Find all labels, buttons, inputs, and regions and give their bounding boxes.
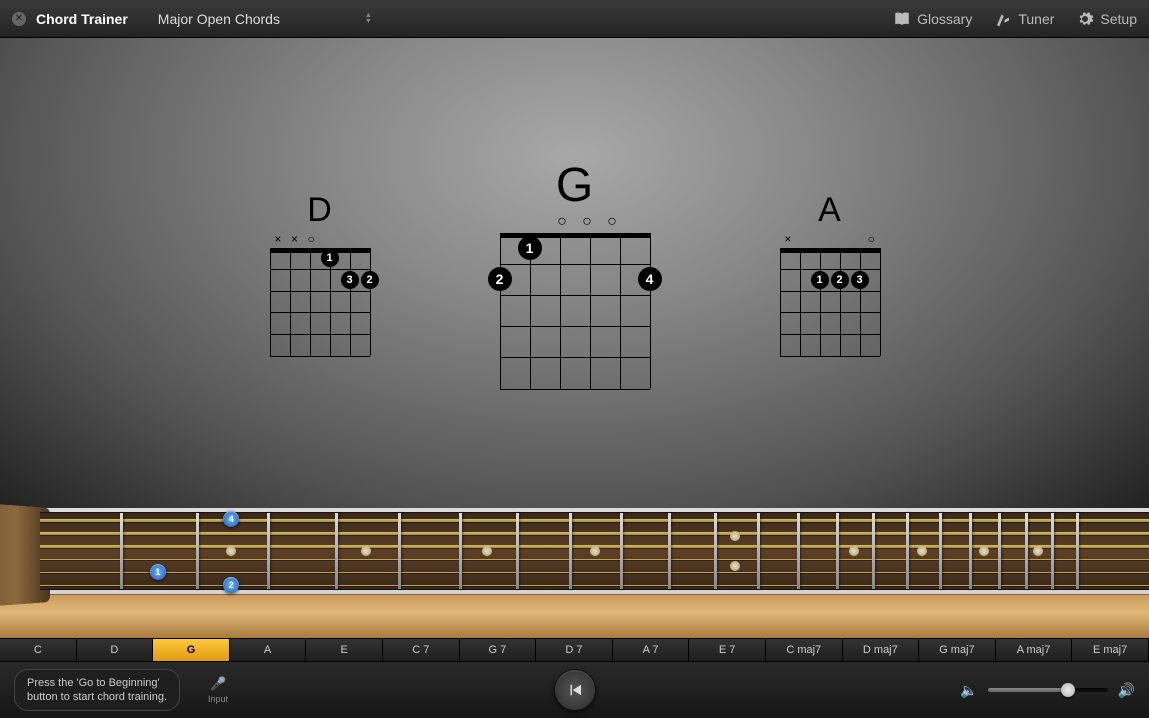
finger-dot: 3 — [851, 271, 869, 289]
finger-dot: 1 — [518, 236, 542, 260]
guitar-body — [0, 594, 1149, 638]
lesson-dropdown-label: Major Open Chords — [158, 11, 280, 27]
skip-start-icon — [566, 681, 584, 699]
chord-name: A — [780, 191, 880, 230]
finger-dot: 3 — [341, 271, 359, 289]
finger-dot: 2 — [831, 271, 849, 289]
finger-dot: 4 — [638, 267, 662, 291]
chord-diagram: ○○○ 124 — [500, 213, 650, 389]
chord-name: G — [500, 158, 650, 213]
fretboard-view[interactable]: 1 2 4 — [0, 508, 1149, 638]
chord-timeline: CDGAEC 7G 7D 7A 7E 7C maj7D maj7G maj7A … — [0, 638, 1149, 662]
volume-high-icon: 🔊 — [1118, 682, 1135, 699]
timeline-segment[interactable]: A — [230, 639, 307, 661]
timeline-segment[interactable]: E 7 — [689, 639, 766, 661]
timeline-segment[interactable]: A 7 — [613, 639, 690, 661]
tuner-button[interactable]: Tuner — [994, 10, 1054, 28]
timeline-segment[interactable]: D maj7 — [843, 639, 920, 661]
chord-diagram: ××○ 123 — [270, 232, 370, 356]
timeline-segment[interactable]: D — [77, 639, 154, 661]
app-title: Chord Trainer — [36, 11, 128, 27]
top-toolbar: ✕ Chord Trainer Major Open Chords ▲▼ Glo… — [0, 0, 1149, 38]
close-icon[interactable]: ✕ — [12, 12, 26, 26]
fretboard-finger-dot: 2 — [223, 577, 239, 593]
setup-label: Setup — [1100, 11, 1137, 27]
chord-left[interactable]: D ××○ 123 — [270, 191, 370, 356]
hint-bubble: Press the 'Go to Beginning' button to st… — [14, 669, 180, 712]
volume-control[interactable]: 🔈 🔊 — [960, 682, 1135, 699]
input-indicator[interactable]: 🎤 Input — [208, 676, 228, 704]
tuner-icon — [994, 10, 1012, 28]
input-label: Input — [208, 694, 228, 704]
timeline-segment[interactable]: C 7 — [383, 639, 460, 661]
book-icon — [893, 10, 911, 28]
timeline-segment[interactable]: E maj7 — [1072, 639, 1149, 661]
finger-dot: 2 — [361, 271, 379, 289]
lesson-dropdown[interactable]: Major Open Chords ▲▼ — [150, 8, 380, 30]
timeline-segment[interactable]: D 7 — [536, 639, 613, 661]
guitar-neck: 1 2 4 — [40, 512, 1149, 590]
glossary-label: Glossary — [917, 11, 972, 27]
volume-slider[interactable] — [988, 688, 1108, 692]
volume-thumb[interactable] — [1061, 683, 1075, 697]
timeline-segment[interactable]: G maj7 — [919, 639, 996, 661]
chevron-updown-icon: ▲▼ — [365, 13, 372, 25]
glossary-button[interactable]: Glossary — [893, 10, 972, 28]
finger-dot: 1 — [321, 249, 339, 267]
chord-center[interactable]: G ○○○ 124 — [500, 158, 650, 389]
fretboard-finger-dot: 1 — [150, 564, 166, 580]
timeline-segment[interactable]: A maj7 — [996, 639, 1073, 661]
timeline-segment[interactable]: G — [153, 639, 230, 661]
transport-bar: Press the 'Go to Beginning' button to st… — [0, 662, 1149, 718]
go-to-beginning-button[interactable] — [554, 669, 596, 711]
chord-name: D — [270, 191, 370, 230]
chord-right[interactable]: A ×○ 123 — [780, 191, 880, 356]
chord-diagram: ×○ 123 — [780, 232, 880, 356]
hint-line1: Press the 'Go to Beginning' — [27, 677, 160, 689]
timeline-segment[interactable]: C — [0, 639, 77, 661]
timeline-segment[interactable]: G 7 — [460, 639, 537, 661]
setup-button[interactable]: Setup — [1076, 10, 1137, 28]
hint-line2: button to start chord training. — [27, 691, 167, 703]
timeline-segment[interactable]: C maj7 — [766, 639, 843, 661]
gear-icon — [1076, 10, 1094, 28]
tuner-label: Tuner — [1018, 11, 1054, 27]
volume-low-icon: 🔈 — [960, 682, 977, 699]
finger-dot: 2 — [488, 267, 512, 291]
timeline-segment[interactable]: E — [306, 639, 383, 661]
finger-dot: 1 — [811, 271, 829, 289]
chord-stage: D ××○ 123 G ○○○ 124 A ×○ 123 — [0, 38, 1149, 508]
mic-icon: 🎤 — [208, 676, 228, 692]
fretboard-finger-dot: 4 — [223, 511, 239, 527]
